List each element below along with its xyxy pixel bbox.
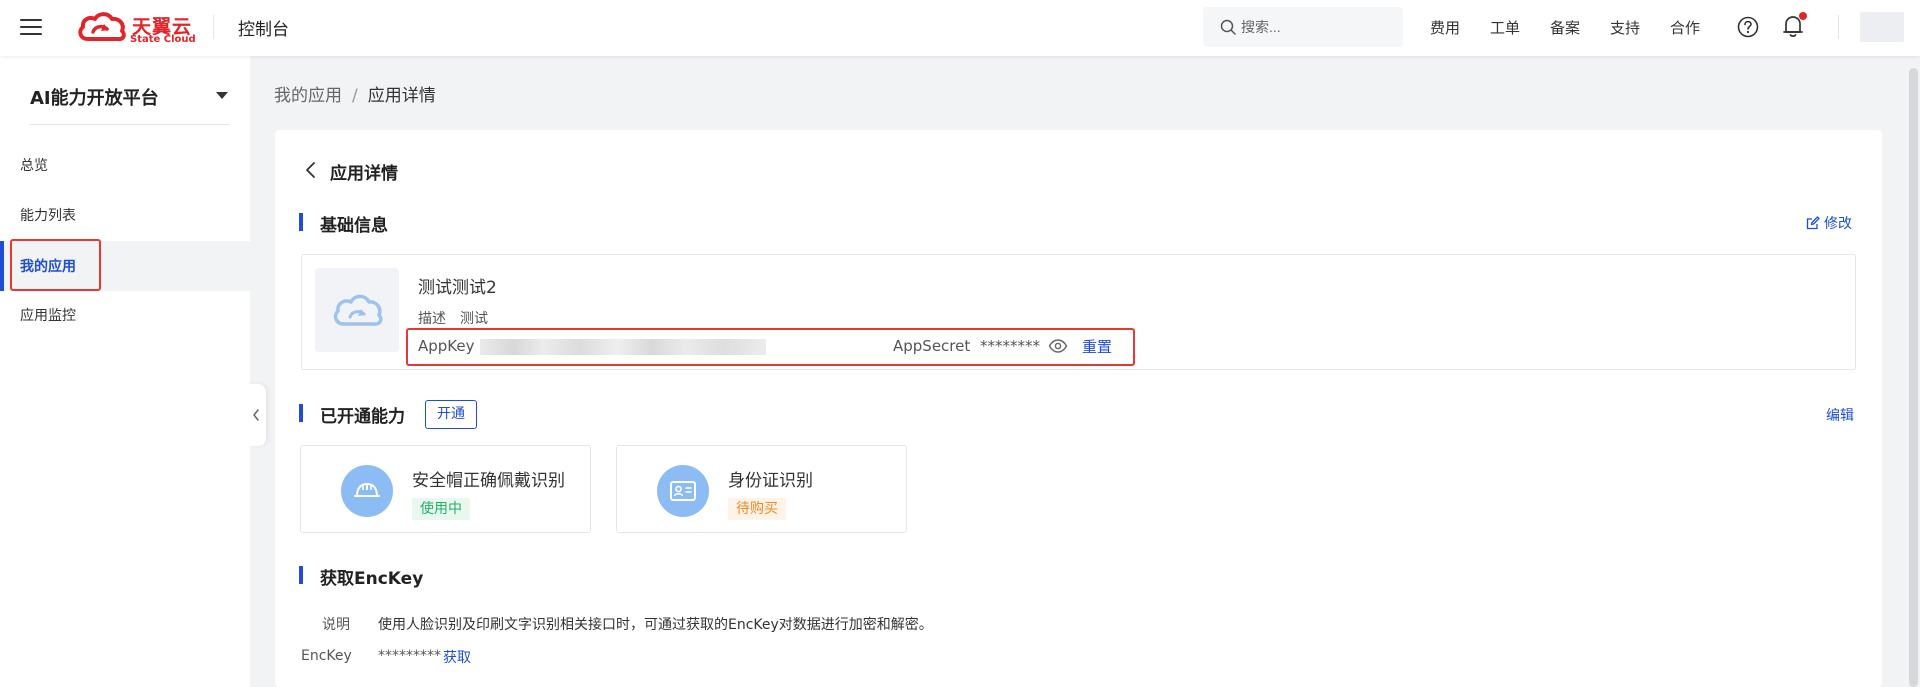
menu-icon[interactable] <box>20 17 44 37</box>
search-input[interactable] <box>1241 16 1391 38</box>
search-box[interactable] <box>1203 7 1403 47</box>
brand-name-en: State Cloud <box>130 34 196 45</box>
sidebar-item-monitoring[interactable]: 应用监控 <box>0 290 250 340</box>
sidebar-item-label: 总览 <box>20 158 48 174</box>
edit-icon <box>1806 216 1820 230</box>
nav-cooperation[interactable]: 合作 <box>1670 17 1700 38</box>
section-title-capabilities: 已开通能力 <box>320 407 405 427</box>
section-title-enckey: 获取EncKey <box>320 569 424 589</box>
open-capability-button[interactable]: 开通 <box>425 400 477 429</box>
sidebar-collapse-handle[interactable] <box>246 384 266 446</box>
question-circle-icon[interactable] <box>1737 16 1759 38</box>
highlight-box-menu <box>10 239 101 291</box>
sidebar-divider <box>30 124 230 125</box>
brand-logo[interactable]: 天翼云 State Cloud <box>76 9 196 47</box>
sidebar-item-label: 应用监控 <box>20 308 76 324</box>
app-name: 测试测试2 <box>418 278 497 298</box>
edit-basic-label: 修改 <box>1824 216 1852 232</box>
capability-name: 身份证识别 <box>728 471 813 491</box>
section-bar <box>299 404 303 422</box>
cloud-app-icon <box>333 294 383 326</box>
highlight-box-keys <box>406 328 1135 366</box>
header-divider <box>213 15 214 39</box>
nav-tickets[interactable]: 工单 <box>1490 17 1520 38</box>
enckey-label: EncKey <box>301 648 352 664</box>
sidebar-product-title[interactable]: AI能力开放平台 <box>30 84 159 110</box>
breadcrumb: 我的应用 / 应用详情 <box>274 81 436 106</box>
status-badge: 待购买 <box>728 498 786 520</box>
description-value: 测试 <box>460 311 488 327</box>
sidebar-item-label: 能力列表 <box>20 208 76 224</box>
nav-fees[interactable]: 费用 <box>1430 17 1460 38</box>
nav-support[interactable]: 支持 <box>1610 17 1640 38</box>
avatar[interactable] <box>1860 12 1904 42</box>
back-arrow-icon[interactable] <box>303 160 319 180</box>
sidebar-active-indicator <box>0 241 4 291</box>
description-label: 描述 <box>418 311 446 327</box>
header-divider-right <box>1838 15 1839 39</box>
helmet-icon <box>354 483 380 497</box>
id-card-icon <box>670 481 696 501</box>
capability-card-helmet[interactable]: 安全帽正确佩戴识别 使用中 <box>300 445 591 533</box>
note-label: 说明 <box>322 617 350 633</box>
capability-card-idcard[interactable]: 身份证识别 待购买 <box>616 445 907 533</box>
section-bar <box>299 566 303 584</box>
sidebar-item-capabilities[interactable]: 能力列表 <box>0 190 250 240</box>
capability-icon-bg <box>657 465 709 517</box>
section-bar <box>299 213 303 231</box>
sidebar-item-overview[interactable]: 总览 <box>0 140 250 190</box>
page-title: 应用详情 <box>330 164 398 184</box>
edit-basic-button[interactable]: 修改 <box>1806 213 1852 233</box>
enckey-value: ********* <box>378 648 441 664</box>
capability-name: 安全帽正确佩戴识别 <box>412 471 565 491</box>
chevron-left-icon <box>253 409 259 421</box>
scrollbar-thumb[interactable] <box>1909 68 1918 687</box>
fetch-enckey-button[interactable]: 获取 <box>443 647 471 667</box>
search-icon <box>1220 19 1236 35</box>
nav-filing[interactable]: 备案 <box>1550 17 1580 38</box>
status-badge: 使用中 <box>412 498 470 520</box>
caret-down-icon[interactable] <box>216 92 228 99</box>
section-title-basic: 基础信息 <box>320 216 388 236</box>
breadcrumb-current: 应用详情 <box>367 86 436 106</box>
breadcrumb-separator: / <box>352 86 358 106</box>
cloud-logo-icon <box>78 12 126 42</box>
note-text: 使用人脸识别及印刷文字识别相关接口时，可通过获取的EncKey对数据进行加密和解… <box>378 617 933 633</box>
app-icon <box>315 268 399 352</box>
edit-capabilities-button[interactable]: 编辑 <box>1826 405 1854 425</box>
capability-icon-bg <box>341 465 393 517</box>
console-title[interactable]: 控制台 <box>238 15 289 40</box>
notification-dot <box>1799 12 1807 20</box>
detail-card <box>275 130 1882 687</box>
breadcrumb-parent[interactable]: 我的应用 <box>274 86 342 106</box>
